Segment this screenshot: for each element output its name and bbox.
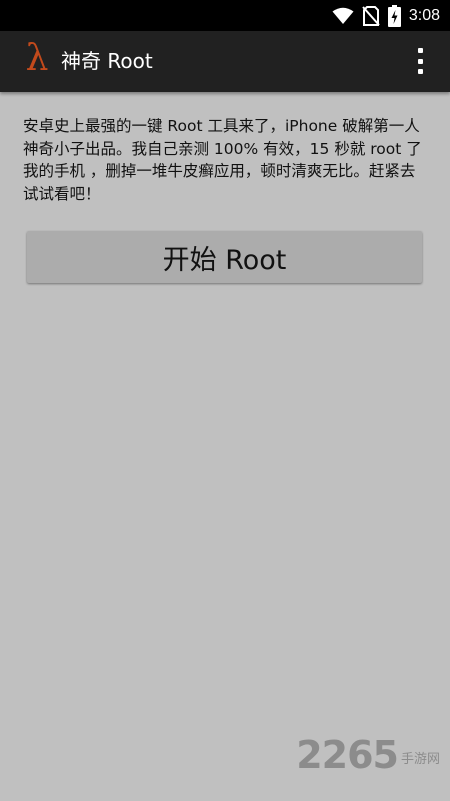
lambda-logo-icon: λ <box>25 38 49 79</box>
status-bar: 3:08 <box>0 0 450 31</box>
watermark-number: 2265 <box>296 733 399 777</box>
status-time: 3:08 <box>408 6 440 24</box>
watermark-logo: 2265 手游网 <box>296 733 440 777</box>
watermark-text: 手游网 <box>400 751 440 767</box>
status-icons: 3:08 <box>332 0 440 31</box>
app-bar: λ 神奇 Root <box>0 31 450 92</box>
wifi-icon <box>332 7 354 24</box>
menu-dot <box>417 48 423 53</box>
app-title: 神奇 Root <box>61 49 153 73</box>
battery-charging-icon <box>387 4 401 27</box>
menu-dot <box>417 69 423 74</box>
menu-dot <box>417 58 423 64</box>
start-root-button[interactable]: 开始 Root <box>27 231 422 283</box>
overflow-menu-icon[interactable] <box>410 46 430 76</box>
description-text: 安卓史上最强的一键 Root 工具来了，iPhone 破解第一人神奇小子出品。我… <box>23 117 422 203</box>
no-sim-icon <box>362 5 380 26</box>
